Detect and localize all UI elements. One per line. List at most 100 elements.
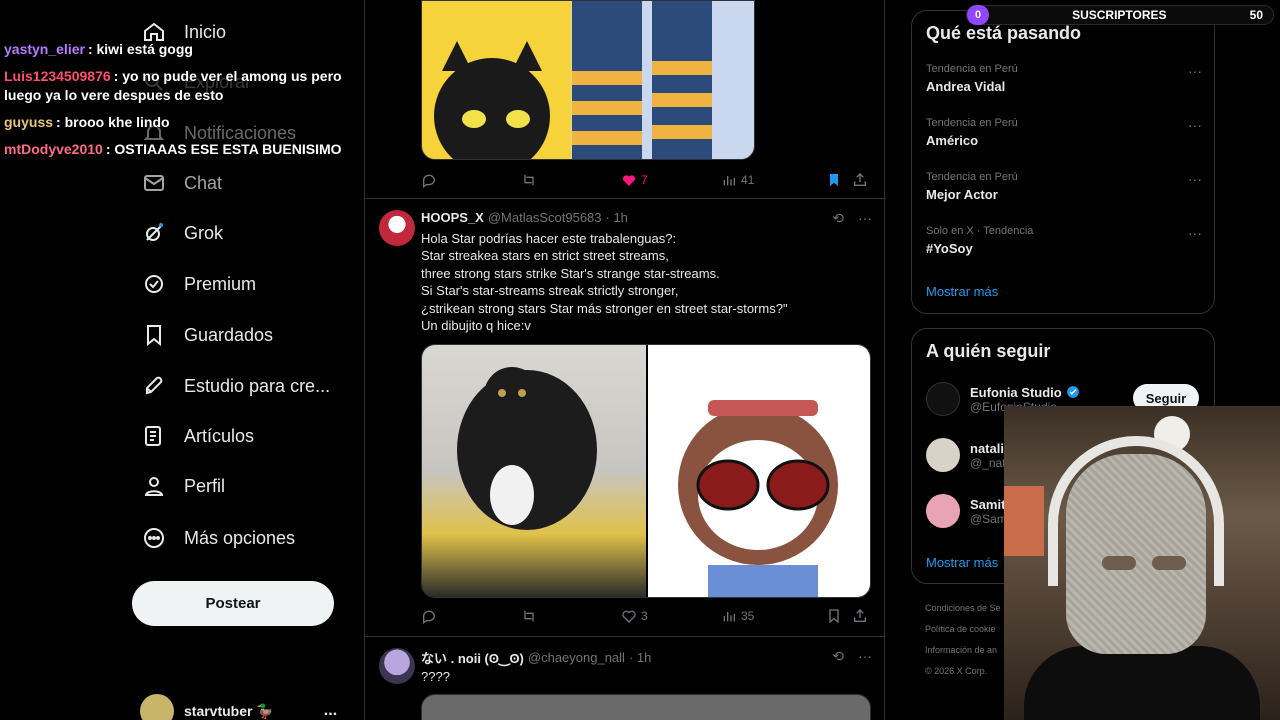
subscriber-label: SUSCRIPTORES — [1072, 8, 1167, 22]
heart-filled-icon — [623, 175, 635, 186]
follow-name-row: Eufonia Studio — [970, 385, 1080, 400]
trend-item[interactable]: Tendencia en Perú Mejor Actor ··· — [926, 171, 1202, 202]
footer-link[interactable]: Política de cookie — [925, 619, 1001, 640]
nav-label: Grok — [184, 222, 224, 243]
more-circle-icon — [144, 528, 164, 548]
cat-photo-image — [422, 345, 646, 597]
streamer-shirt — [1024, 646, 1260, 720]
show-more-follow-link[interactable]: Mostrar más — [926, 555, 998, 570]
nav-label: Chat — [184, 172, 223, 193]
trend-topic: #YoSoy — [926, 241, 973, 256]
tweet-media[interactable] — [421, 344, 871, 598]
bookmark-icon — [147, 325, 161, 347]
nav-label: Guardados — [184, 324, 274, 345]
like-button[interactable]: 3 — [621, 608, 721, 624]
share-icon — [854, 609, 866, 622]
avatar — [926, 494, 960, 528]
eye-opening — [1152, 556, 1186, 570]
avatar[interactable] — [379, 210, 415, 246]
views-icon — [723, 612, 735, 622]
avatar — [926, 382, 960, 416]
nav-item-grok[interactable]: Grok — [130, 211, 223, 255]
avatar — [926, 438, 960, 472]
nav-item-chat[interactable]: Chat — [130, 161, 222, 205]
author-handle[interactable]: @chaeyong_nall — [528, 650, 625, 665]
bookmark-button[interactable] — [826, 608, 852, 624]
nav-item-guardados[interactable]: Guardados — [130, 313, 273, 357]
nav-label: Premium — [184, 273, 257, 294]
post-button[interactable]: Postear — [132, 581, 334, 626]
cat-drawing-image — [434, 1, 712, 159]
tweet-image[interactable] — [421, 0, 755, 160]
eye-opening — [1102, 556, 1136, 570]
nav-item-estudio[interactable]: Estudio para cre... — [130, 364, 330, 408]
trends-card: Qué está pasando Tendencia en Perú Andre… — [911, 10, 1215, 314]
more-icon[interactable]: ··· — [1188, 63, 1202, 79]
account-more-icon[interactable]: ... — [324, 702, 337, 720]
tweet-text: Hola Star podrías hacer este trabalengua… — [421, 231, 788, 334]
reply-button[interactable] — [421, 608, 521, 624]
show-more-trends-link[interactable]: Mostrar más — [926, 284, 998, 299]
bookmark-button[interactable] — [826, 172, 852, 188]
subscriber-count: 0 — [967, 5, 989, 25]
follow-handle: @Sam — [970, 511, 1007, 526]
views-button[interactable]: 41 — [721, 172, 826, 188]
trend-topic: Mejor Actor — [926, 187, 998, 202]
views-count: 41 — [741, 173, 755, 187]
copyright: © 2026 X Corp. — [925, 666, 988, 676]
tweet-actions: 3 35 — [421, 606, 871, 626]
views-icon — [723, 176, 735, 186]
subscriber-goal-bar: 0 SUSCRIPTORES 50 — [966, 5, 1274, 25]
nav-item-mas-opciones[interactable]: Más opciones — [130, 516, 295, 560]
avatar — [140, 694, 174, 720]
subscriber-goal: 50 — [1249, 8, 1263, 22]
follow-name: natali — [970, 440, 1004, 456]
chat-username: yastyn_elier — [4, 41, 85, 57]
headphones — [1048, 436, 1224, 586]
chat-message: guyuss: brooo khe lindo — [4, 113, 344, 132]
more-icon[interactable]: ··· — [858, 648, 872, 665]
grok-analyze-icon[interactable]: ⟲ — [832, 648, 844, 665]
repost-button[interactable] — [521, 608, 621, 624]
nav-item-premium[interactable]: Premium — [130, 262, 256, 306]
trend-item[interactable]: Tendencia en Perú Américo ··· — [926, 117, 1202, 148]
author-name[interactable]: ない . noii (ʘ‿ʘ) — [421, 648, 524, 667]
article-icon — [145, 426, 161, 446]
repost-button[interactable] — [521, 172, 621, 188]
more-icon[interactable]: ··· — [1188, 225, 1202, 241]
tweet-time: · 1h — [628, 650, 652, 665]
nav-label: Artículos — [184, 425, 255, 446]
like-count: 7 — [641, 173, 648, 187]
share-button[interactable] — [852, 608, 868, 624]
avatar[interactable] — [379, 648, 415, 684]
reply-button[interactable] — [421, 172, 521, 188]
nav-item-articulos[interactable]: Artículos — [130, 414, 254, 458]
who-to-follow-title: A quién seguir — [926, 341, 1051, 361]
bookmark-filled-icon — [830, 174, 838, 186]
views-count: 35 — [741, 609, 755, 623]
more-icon[interactable]: ··· — [1188, 171, 1202, 187]
more-icon[interactable]: ··· — [858, 210, 872, 227]
footer-link[interactable]: Información de an — [925, 640, 1001, 661]
rocket-icon — [146, 376, 163, 395]
author-name[interactable]: HOOPS_X — [421, 210, 484, 225]
mail-icon — [144, 175, 164, 191]
nav-item-perfil[interactable]: Perfil — [130, 464, 225, 508]
tweet-header: ない . noii (ʘ‿ʘ) @chaeyong_nall · 1h — [421, 648, 651, 667]
trend-item[interactable]: Tendencia en Perú Andrea Vidal ··· — [926, 63, 1202, 94]
timeline: 7 41 HOOPS_X @MatlasScot95683 · 1h ⟲ ···… — [364, 0, 886, 720]
trend-context: Tendencia en Perú — [926, 63, 1018, 75]
share-button[interactable] — [852, 172, 868, 188]
footer-link[interactable]: Condiciones de Se — [925, 598, 1001, 619]
views-button[interactable]: 35 — [721, 608, 826, 624]
like-button[interactable]: 7 — [621, 172, 721, 188]
account-switcher[interactable]: starvtuber 🦆 ... — [140, 694, 337, 720]
trend-context: Tendencia en Perú — [926, 171, 1018, 183]
tweet-text: ???? — [421, 669, 450, 684]
nav-label: Estudio para cre... — [184, 375, 331, 396]
grok-analyze-icon[interactable]: ⟲ — [832, 210, 844, 227]
more-icon[interactable]: ··· — [1188, 117, 1202, 133]
trend-item[interactable]: Solo en X · Tendencia #YoSoy ··· — [926, 225, 1202, 256]
tweet-media[interactable] — [421, 694, 871, 720]
author-handle[interactable]: @MatlasScot95683 — [488, 210, 602, 225]
